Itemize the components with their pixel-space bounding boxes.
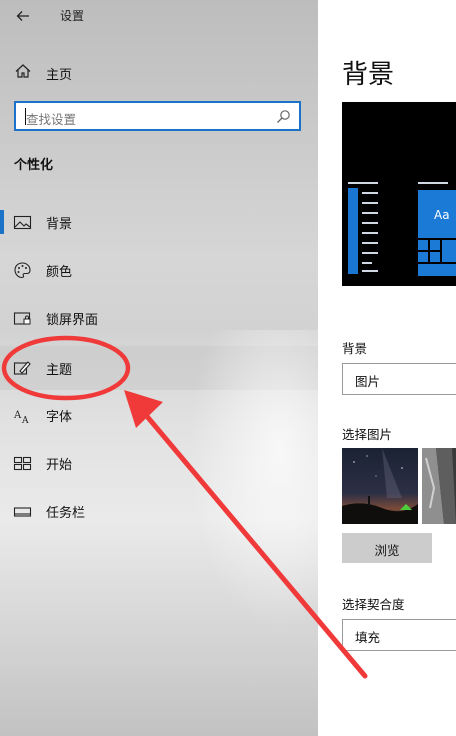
image-icon <box>13 215 32 230</box>
sidebar-item-label: 背景 <box>46 217 73 232</box>
desktop-preview: Aa <box>342 102 456 286</box>
search-icon[interactable] <box>276 109 291 124</box>
home-nav-item[interactable]: 主页 <box>0 56 318 88</box>
choose-picture-label: 选择图片 <box>342 427 393 442</box>
picture-thumbnail-rock[interactable] <box>422 448 456 524</box>
theme-brush-icon <box>13 361 31 375</box>
settings-sidebar: 设置 主页 查找设置 个性化 背景 颜色 锁屏界面 主题 A A 字体 开始 任… <box>0 0 318 736</box>
back-arrow-icon <box>16 11 29 21</box>
background-settings-panel: 背景 Aa 背景 图片 选择图片 浏览 选择契合度 填充 <box>318 0 456 736</box>
svg-text:A: A <box>21 416 29 425</box>
browse-button[interactable]: 浏览 <box>342 533 432 563</box>
start-tiles-icon <box>13 456 32 471</box>
sidebar-item-label: 开始 <box>46 458 73 473</box>
sidebar-item-fonts[interactable]: A A 字体 <box>0 393 318 437</box>
sidebar-item-start[interactable]: 开始 <box>0 441 318 485</box>
fit-dropdown[interactable]: 填充 <box>342 619 456 651</box>
choose-fit-label: 选择契合度 <box>342 597 405 612</box>
sidebar-item-taskbar[interactable]: 任务栏 <box>0 489 318 533</box>
sidebar-item-themes[interactable]: 主题 <box>0 346 318 390</box>
sidebar-item-label: 颜色 <box>46 265 73 280</box>
search-input[interactable]: 查找设置 <box>14 101 301 131</box>
taskbar-icon <box>13 507 32 517</box>
night-sky-image <box>342 448 418 524</box>
lock-screen-icon <box>13 312 31 325</box>
palette-icon <box>14 262 31 279</box>
sidebar-item-label: 字体 <box>46 410 73 425</box>
dropdown-value: 图片 <box>355 374 381 389</box>
page-title: 背景 <box>342 60 395 90</box>
sidebar-item-label: 锁屏界面 <box>46 313 99 328</box>
back-button[interactable] <box>12 5 34 27</box>
sidebar-item-label: 任务栏 <box>46 506 86 521</box>
home-icon <box>15 64 31 78</box>
rock-image <box>422 448 456 524</box>
sidebar-item-background[interactable]: 背景 <box>0 200 318 244</box>
font-icon: A A <box>13 410 29 425</box>
home-label: 主页 <box>46 68 73 83</box>
sidebar-item-lock-screen[interactable]: 锁屏界面 <box>0 296 318 340</box>
background-label: 背景 <box>342 341 368 356</box>
preview-tile-text: Aa <box>434 208 450 222</box>
search-placeholder: 查找设置 <box>26 112 77 127</box>
dropdown-value: 填充 <box>355 630 381 645</box>
background-type-dropdown[interactable]: 图片 <box>342 363 456 395</box>
svg-text:A: A <box>13 410 22 421</box>
picture-thumbnail-night-sky[interactable] <box>342 448 418 524</box>
sidebar-item-label: 主题 <box>46 363 73 378</box>
app-title: 设置 <box>60 9 85 23</box>
browse-label: 浏览 <box>374 543 400 558</box>
title-bar: 设置 <box>0 0 318 32</box>
section-title: 个性化 <box>14 158 54 173</box>
sidebar-item-colors[interactable]: 颜色 <box>0 248 318 292</box>
